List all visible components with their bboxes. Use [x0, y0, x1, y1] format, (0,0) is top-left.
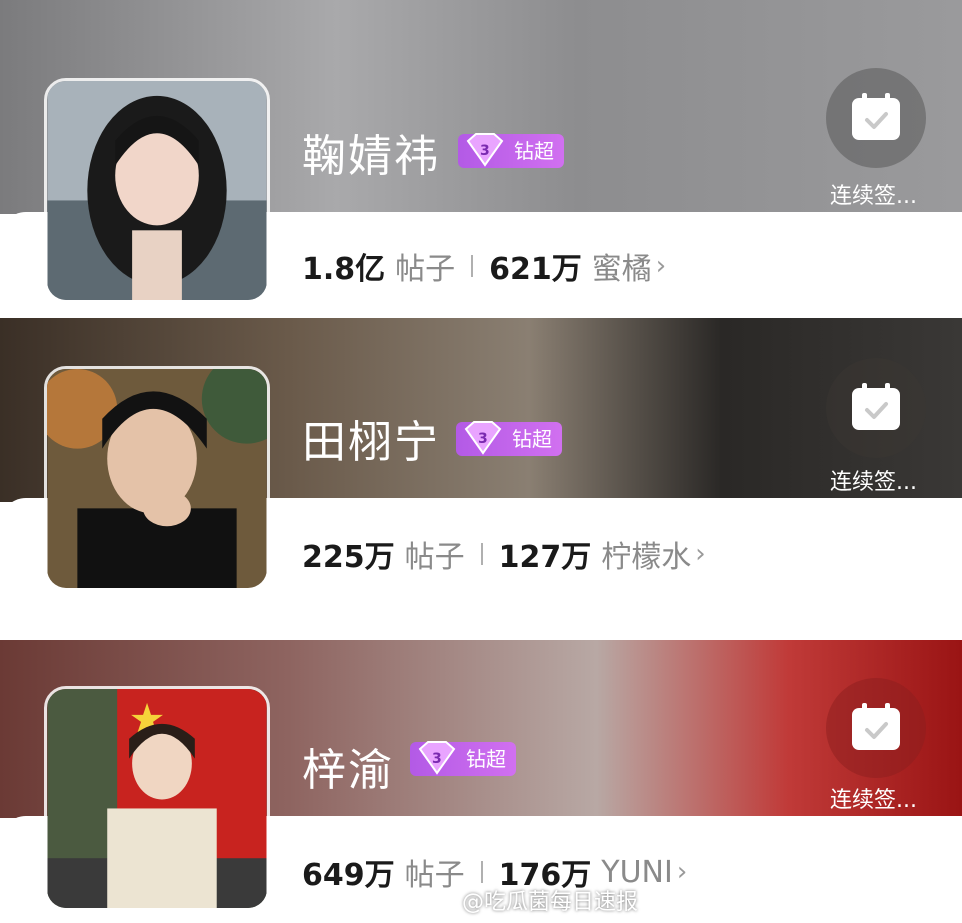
chevron-right-icon: ›	[695, 539, 706, 569]
avatar[interactable]	[44, 78, 270, 303]
fans-label: 柠檬水	[601, 540, 692, 575]
posts-count: 225万	[302, 540, 395, 575]
avatar[interactable]	[44, 366, 270, 591]
posts-label: 帖子	[404, 540, 465, 575]
fans-count: 127万	[498, 540, 592, 575]
diamond-icon: 3	[418, 741, 456, 775]
super-diamond-badge: 3 钻超	[458, 133, 564, 168]
badge-label: 钻超	[466, 747, 506, 771]
checkin-label[interactable]: 连续签...	[830, 782, 917, 814]
stats-divider	[480, 543, 483, 565]
badge-label: 钻超	[512, 427, 552, 451]
watermark: @吃瓜菌每日速报	[430, 884, 638, 916]
weibo-logo-icon	[430, 891, 457, 911]
svg-text:3: 3	[478, 431, 488, 447]
calendar-check-icon	[852, 383, 900, 430]
super-diamond-badge: 3 钻超	[410, 741, 516, 776]
community-stats[interactable]: 225万 帖子 127万 柠檬水 ›	[302, 532, 706, 576]
checkin-label[interactable]: 连续签...	[830, 464, 917, 496]
community-card[interactable]: 鞠婧祎 3 钻超 1.8亿 帖子 621万 蜜橘 › 连续签...	[0, 0, 962, 318]
community-stats[interactable]: 1.8亿 帖子 621万 蜜橘 ›	[302, 244, 666, 288]
checkin-label[interactable]: 连续签...	[830, 178, 917, 210]
posts-count: 1.8亿	[302, 252, 386, 287]
checkin-button[interactable]	[826, 358, 926, 458]
fans-count: 621万	[489, 252, 582, 287]
super-diamond-badge: 3 钻超	[456, 421, 562, 456]
avatar-photo-icon	[47, 81, 267, 300]
svg-text:3: 3	[432, 751, 442, 767]
community-name: 梓渝	[302, 745, 394, 796]
calendar-check-icon	[852, 703, 900, 750]
posts-label: 帖子	[395, 252, 456, 287]
stats-divider	[471, 255, 474, 277]
checkin-button[interactable]	[826, 68, 926, 168]
badge-label: 钻超	[514, 139, 554, 163]
community-name: 田栩宁	[302, 417, 440, 468]
calendar-check-icon	[852, 93, 900, 140]
community-name: 鞠婧祎	[302, 131, 440, 182]
avatar-photo-icon	[47, 689, 267, 908]
avatar[interactable]	[44, 686, 270, 911]
posts-count: 649万	[302, 858, 395, 893]
chevron-right-icon: ›	[676, 857, 688, 887]
stats-divider	[480, 861, 483, 883]
community-card[interactable]: 田栩宁 3 钻超 225万 帖子 127万 柠檬水 › 连续签...	[0, 318, 962, 640]
diamond-icon: 3	[464, 421, 502, 455]
chevron-right-icon: ›	[655, 251, 667, 281]
avatar-photo-icon	[47, 369, 267, 588]
checkin-button[interactable]	[826, 678, 926, 778]
diamond-icon: 3	[466, 133, 504, 167]
svg-text:3: 3	[480, 143, 490, 159]
fans-label: 蜜橘	[591, 252, 652, 287]
community-card[interactable]: 梓渝 3 钻超 649万 帖子 176万 YUNI › 连续签...	[0, 640, 962, 923]
watermark-text: @吃瓜菌每日速报	[462, 890, 639, 915]
